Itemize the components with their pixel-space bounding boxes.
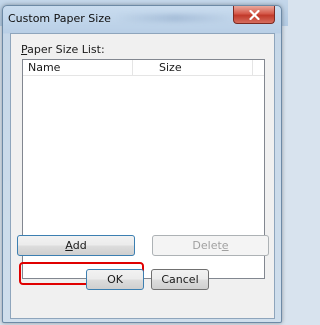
delete-button-accelerator: e	[221, 239, 229, 252]
ok-button[interactable]: OK	[86, 269, 144, 290]
paper-size-list-label-text: aper Size List:	[27, 43, 105, 56]
close-button[interactable]	[233, 6, 275, 24]
list-header: Name Size	[23, 60, 264, 76]
delete-button-label: Delet	[192, 239, 222, 252]
custom-paper-size-dialog: Custom Paper Size Paper Size List: Name …	[2, 5, 282, 323]
close-icon	[248, 9, 260, 20]
column-header-size[interactable]: Size	[133, 60, 253, 76]
cancel-button[interactable]: Cancel	[151, 269, 209, 290]
add-button-accelerator: A	[65, 239, 73, 252]
add-button-label: dd	[72, 239, 87, 252]
add-button[interactable]: Add	[17, 235, 135, 256]
delete-button[interactable]: Delet e	[152, 235, 269, 256]
window-title: Custom Paper Size	[8, 12, 111, 25]
blurred-background-text	[115, 14, 235, 22]
paper-size-list-label: Paper Size List:	[21, 43, 105, 56]
column-header-name[interactable]: Name	[23, 60, 133, 76]
